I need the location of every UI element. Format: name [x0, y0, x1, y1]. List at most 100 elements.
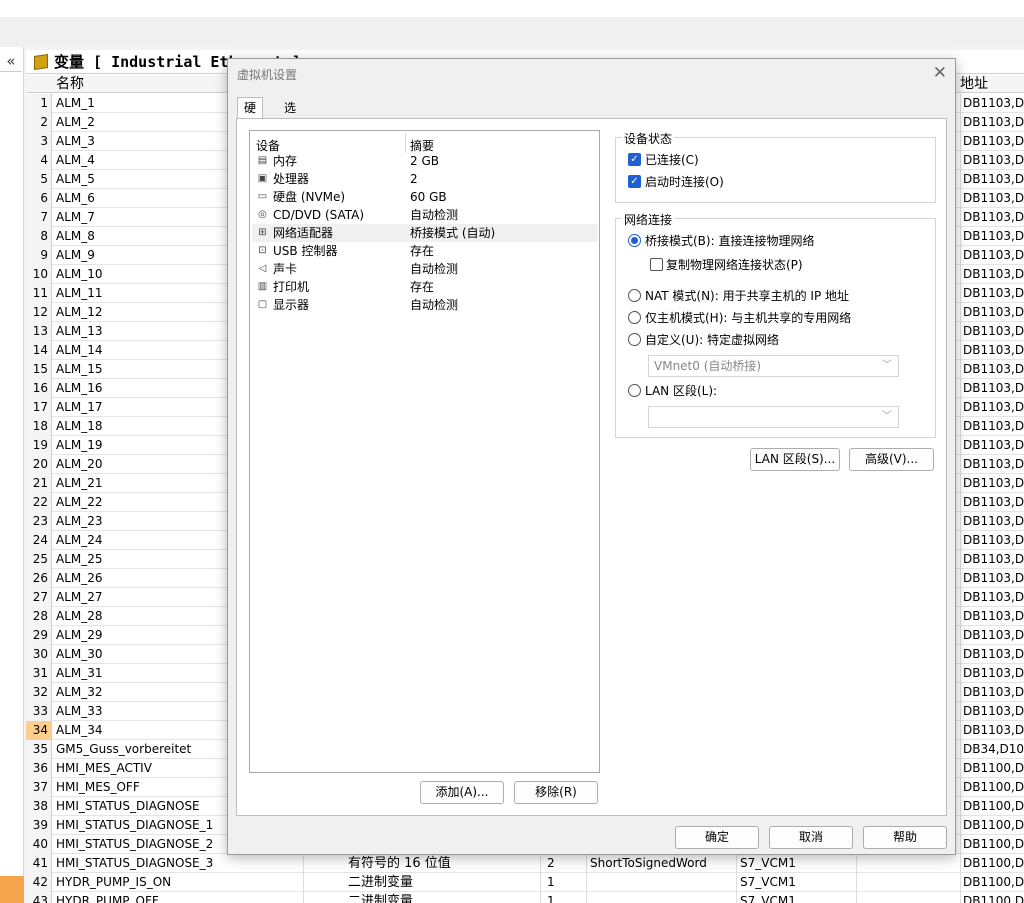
tag-name-cell[interactable]: ALM_11 — [56, 284, 103, 303]
tag-address-cell[interactable]: DB1100,D51 — [960, 873, 1024, 892]
ok-button[interactable]: 确定 — [675, 826, 759, 849]
tag-name-cell[interactable]: ALM_2 — [56, 113, 95, 132]
row-number[interactable]: 35 — [26, 740, 52, 759]
tag-address-cell[interactable]: DB1103,DBW — [960, 341, 1024, 360]
tag-address-cell[interactable]: DB1103,DBW — [960, 132, 1024, 151]
tag-address-cell[interactable]: DB1100,DBW — [960, 835, 1024, 854]
row-number[interactable]: 38 — [26, 797, 52, 816]
tag-length-cell[interactable]: 1 — [547, 892, 555, 903]
tag-connection-cell[interactable]: S7_VCM1 — [740, 873, 796, 892]
tag-address-cell[interactable]: DB1103,DBW — [960, 626, 1024, 645]
device-item[interactable]: ▣ 处理器 2 — [252, 170, 598, 188]
replicate-state-checkbox[interactable] — [650, 258, 663, 271]
collapse-icon[interactable]: « — [0, 50, 22, 72]
tag-name-cell[interactable]: ALM_34 — [56, 721, 103, 740]
tag-address-cell[interactable]: DB1103,DBW — [960, 721, 1024, 740]
row-number[interactable]: 27 — [26, 588, 52, 607]
row-number[interactable]: 25 — [26, 550, 52, 569]
tag-name-cell[interactable]: ALM_13 — [56, 322, 103, 341]
nat-label[interactable]: NAT 模式(N): 用于共享主机的 IP 地址 — [645, 289, 849, 303]
column-header-address[interactable]: 地址 — [960, 75, 988, 93]
tag-name-cell[interactable]: ALM_16 — [56, 379, 103, 398]
row-number[interactable]: 6 — [26, 189, 52, 208]
custom-radio[interactable] — [628, 333, 641, 346]
tag-address-cell[interactable]: DB1103,DBW — [960, 493, 1024, 512]
tag-name-cell[interactable]: ALM_4 — [56, 151, 95, 170]
tag-address-cell[interactable]: DB1103,DBW — [960, 474, 1024, 493]
tag-address-cell[interactable]: DB1103,DBW — [960, 607, 1024, 626]
row-number[interactable]: 5 — [26, 170, 52, 189]
row-number[interactable]: 32 — [26, 683, 52, 702]
tag-address-cell[interactable]: DB1100,D51 — [960, 778, 1024, 797]
remove-device-button[interactable]: 移除(R) — [514, 781, 598, 804]
tag-name-cell[interactable]: ALM_27 — [56, 588, 103, 607]
tab-options[interactable]: 选项 — [277, 97, 304, 135]
tag-name-cell[interactable]: HYDR_PUMP_IS_ON — [56, 873, 171, 892]
tag-name-cell[interactable]: ALM_32 — [56, 683, 103, 702]
tag-name-cell[interactable]: ALM_17 — [56, 398, 103, 417]
tag-connection-cell[interactable]: S7_VCM1 — [740, 854, 796, 873]
row-number[interactable]: 13 — [26, 322, 52, 341]
tag-address-cell[interactable]: DB1103,DBW — [960, 284, 1024, 303]
row-number[interactable]: 7 — [26, 208, 52, 227]
tag-address-cell[interactable]: DB1103,DBW — [960, 189, 1024, 208]
custom-label[interactable]: 自定义(U): 特定虚拟网络 — [645, 333, 779, 347]
table-row[interactable]: 41HMI_STATUS_DIAGNOSE_3 DB1100,DBW 有符号的 16… — [26, 854, 1024, 873]
tag-name-cell[interactable]: ALM_9 — [56, 246, 95, 265]
tag-connection-cell[interactable]: S7_VCM1 — [740, 892, 796, 903]
tag-address-cell[interactable]: DB1100,D51 — [960, 759, 1024, 778]
tag-address-cell[interactable]: DB1100,DBW — [960, 816, 1024, 835]
bridged-radio[interactable] — [628, 234, 641, 247]
table-row[interactable]: 43 HYDR_PUMP_OFF DB1100,D51 二进制变量 1 S7_VCM1 — [26, 892, 1024, 903]
tag-name-cell[interactable]: ALM_29 — [56, 626, 103, 645]
row-number[interactable]: 19 — [26, 436, 52, 455]
row-number[interactable]: 14 — [26, 341, 52, 360]
tag-datatype-cell[interactable]: 二进制变量 — [348, 892, 413, 903]
lan-segments-button[interactable]: LAN 区段(S)... — [750, 448, 840, 471]
add-device-button[interactable]: 添加(A)... — [420, 781, 504, 804]
tag-name-cell[interactable]: ALM_12 — [56, 303, 103, 322]
tag-address-cell[interactable]: DB1103,DBW — [960, 398, 1024, 417]
row-number[interactable]: 10 — [26, 265, 52, 284]
tag-name-cell[interactable]: ALM_25 — [56, 550, 103, 569]
tag-name-cell[interactable]: ALM_28 — [56, 607, 103, 626]
tag-address-cell[interactable]: DB1103,DBW — [960, 265, 1024, 284]
row-number[interactable]: 31 — [26, 664, 52, 683]
tag-name-cell[interactable]: ALM_5 — [56, 170, 95, 189]
tag-address-cell[interactable]: DB1103,DBW — [960, 436, 1024, 455]
connected-label[interactable]: 已连接(C) — [645, 153, 699, 167]
tag-length-cell[interactable]: 1 — [547, 873, 555, 892]
row-number[interactable]: 42 — [26, 873, 52, 892]
tag-name-cell[interactable]: ALM_10 — [56, 265, 103, 284]
tag-address-cell[interactable]: DB1103,DBW — [960, 151, 1024, 170]
tag-name-cell[interactable]: ALM_19 — [56, 436, 103, 455]
tag-address-cell[interactable]: DB1103,DBW — [960, 170, 1024, 189]
tag-address-cell[interactable]: DB1103,DBW — [960, 360, 1024, 379]
tag-name-cell[interactable]: ALM_20 — [56, 455, 103, 474]
device-item[interactable]: ▤ 内存 2 GB — [252, 152, 598, 170]
row-number[interactable]: 43 — [26, 892, 52, 903]
device-item[interactable]: ⊡ USB 控制器 存在 — [252, 242, 598, 260]
row-number[interactable]: 39 — [26, 816, 52, 835]
tag-address-cell[interactable]: DB1100,D51 — [960, 892, 1024, 903]
tag-address-cell[interactable]: DB1103,DBW — [960, 379, 1024, 398]
tag-address-cell[interactable]: DB34,D10.6 — [960, 740, 1024, 759]
tag-name-cell[interactable]: HYDR_PUMP_OFF — [56, 892, 159, 903]
row-number[interactable]: 11 — [26, 284, 52, 303]
tag-name-cell[interactable]: ALM_22 — [56, 493, 103, 512]
row-number[interactable]: 26 — [26, 569, 52, 588]
row-number[interactable]: 2 — [26, 113, 52, 132]
device-item[interactable]: ▥ 打印机 存在 — [252, 278, 598, 296]
tag-length-cell[interactable]: 2 — [547, 854, 555, 873]
tag-name-cell[interactable]: HMI_STATUS_DIAGNOSE — [56, 797, 200, 816]
row-number[interactable]: 37 — [26, 778, 52, 797]
connected-checkbox[interactable]: ✓ — [628, 153, 641, 166]
tag-name-cell[interactable]: HMI_STATUS_DIAGNOSE_1 — [56, 816, 213, 835]
tag-address-cell[interactable]: DB1100,DBW — [960, 854, 1024, 873]
tag-name-cell[interactable]: ALM_26 — [56, 569, 103, 588]
bridged-label[interactable]: 桥接模式(B): 直接连接物理网络 — [645, 234, 814, 248]
tag-name-cell[interactable]: ALM_14 — [56, 341, 103, 360]
tag-address-cell[interactable]: DB1103,DBW — [960, 113, 1024, 132]
tag-name-cell[interactable]: ALM_7 — [56, 208, 95, 227]
tag-name-cell[interactable]: ALM_18 — [56, 417, 103, 436]
